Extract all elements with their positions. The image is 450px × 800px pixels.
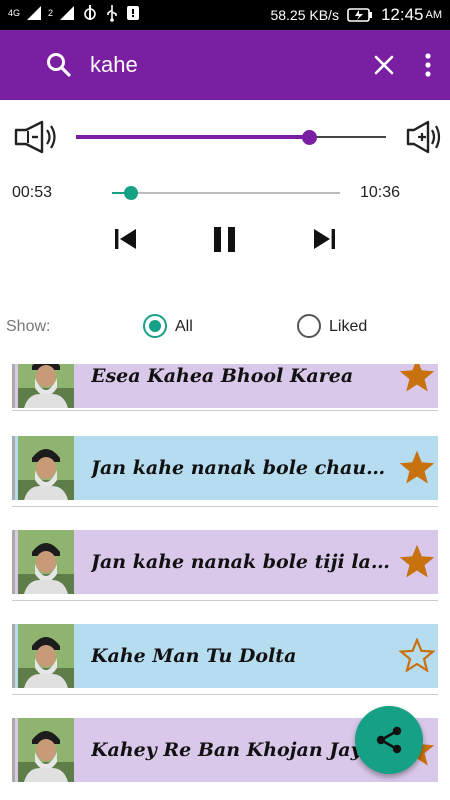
khanda-icon: [84, 5, 96, 20]
search-icon[interactable]: [46, 52, 72, 78]
network-speed: 58.25 KB/s: [270, 7, 339, 23]
skip-next-icon[interactable]: [312, 224, 338, 254]
track-thumbnail: [18, 624, 74, 688]
track-title: Esea Kahea Bhool Karea: [91, 365, 354, 387]
list-item[interactable]: Kahe Man Tu Dolta: [12, 624, 438, 688]
seek-bar-thumb[interactable]: [124, 186, 139, 200]
volume-control: [0, 118, 450, 158]
list-item[interactable]: Esea Kahea Bhool Karea: [12, 364, 438, 408]
network-4g-icon: 4G: [8, 7, 21, 18]
track-title: Jan kahe nanak bole tiji laang Jaap: [91, 551, 393, 573]
radio-liked-label[interactable]: Liked: [329, 318, 367, 336]
network-2g-icon: 2: [48, 8, 54, 18]
portrait-image: [18, 530, 74, 594]
close-icon[interactable]: [373, 54, 395, 76]
phone-alert-icon: [127, 6, 140, 20]
portrait-image: [18, 718, 74, 782]
skip-previous-icon[interactable]: [112, 224, 138, 254]
track-title: Jan kahe nanak bole chauthi laang Jaap: [91, 457, 393, 479]
track-thumbnail: [18, 436, 74, 500]
volume-up-icon[interactable]: [404, 118, 444, 156]
signal-icon-2: [60, 6, 75, 20]
usb-icon: [107, 5, 117, 22]
portrait-image: [18, 364, 74, 408]
pause-icon[interactable]: [211, 224, 239, 254]
divider: [12, 600, 438, 601]
app-bar: kahe: [0, 30, 450, 100]
total-time: 10:36: [360, 184, 401, 201]
track-thumbnail: [18, 364, 74, 408]
battery-charging-icon: [347, 8, 372, 22]
playback-progress: 00:53 10:36: [0, 180, 450, 208]
current-time: 00:53: [12, 184, 53, 201]
volume-slider[interactable]: [76, 130, 386, 145]
portrait-image: [18, 436, 74, 500]
show-label: Show:: [6, 318, 51, 335]
volume-slider-thumb[interactable]: [301, 130, 317, 145]
search-input[interactable]: kahe: [90, 52, 138, 78]
track-title: Kahey Re Ban Khojan Jayi: [91, 739, 369, 761]
radio-liked[interactable]: [297, 314, 321, 338]
list-item[interactable]: Jan kahe nanak bole tiji laang Jaap: [12, 530, 438, 594]
track-title: Kahe Man Tu Dolta: [91, 645, 297, 667]
track-thumbnail: [18, 718, 74, 782]
filter-row: Show: All Liked: [0, 312, 450, 342]
status-bar: 4G 2 58.25 KB/s 12:45 AM: [0, 0, 450, 30]
portrait-image: [18, 624, 74, 688]
clock: 12:45: [380, 5, 424, 24]
star-icon[interactable]: [399, 364, 435, 392]
transport-controls: [0, 224, 450, 258]
more-vert-icon[interactable]: [424, 52, 432, 78]
volume-slider-fill: [76, 135, 309, 139]
track-thumbnail: [18, 530, 74, 594]
list-item[interactable]: Jan kahe nanak bole chauthi laang Jaap: [12, 436, 438, 500]
volume-down-icon[interactable]: [12, 118, 58, 156]
divider: [12, 410, 438, 411]
share-button[interactable]: [355, 706, 423, 774]
radio-all-label[interactable]: All: [175, 318, 193, 336]
star-icon[interactable]: [399, 450, 435, 484]
star-icon[interactable]: [399, 544, 435, 578]
radio-all[interactable]: [143, 314, 167, 338]
divider: [12, 506, 438, 507]
signal-icon: [27, 6, 42, 20]
star-outline-icon[interactable]: [399, 638, 435, 672]
divider: [12, 694, 438, 695]
seek-bar[interactable]: [112, 186, 340, 200]
clock-ampm: AM: [425, 9, 443, 21]
share-icon: [376, 726, 402, 754]
